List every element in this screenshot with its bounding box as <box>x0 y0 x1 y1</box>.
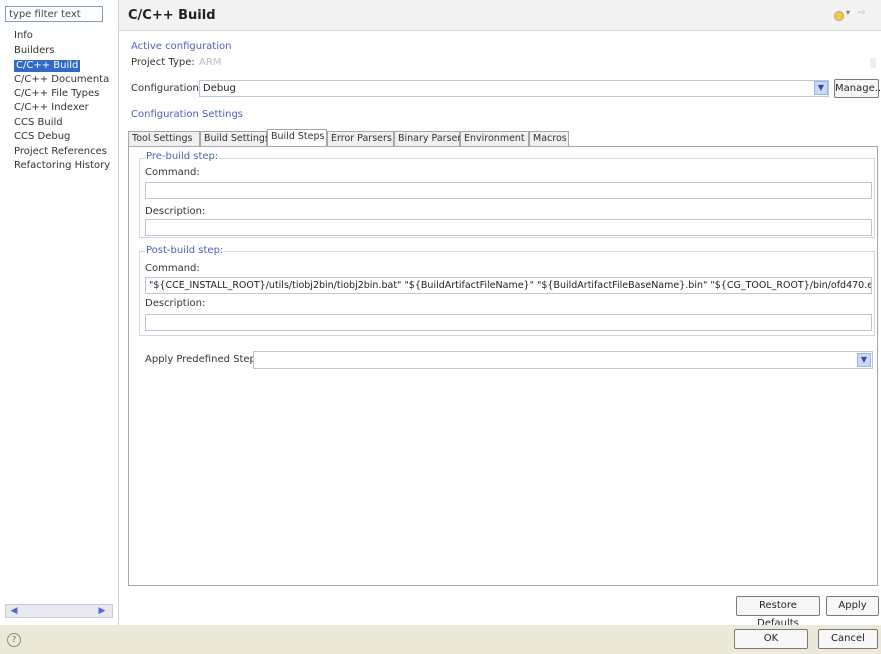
prebuild-command-label: Command: <box>145 167 200 178</box>
apply-predefined-label: Apply Predefined Step: <box>145 354 260 365</box>
prebuild-description-label: Description: <box>145 206 206 217</box>
tree-item-builders[interactable]: Builders <box>14 45 55 57</box>
tree-item-ccs-debug[interactable]: CCS Debug <box>14 131 70 143</box>
chevron-down-icon[interactable]: ▼ <box>814 81 828 95</box>
prebuild-command-input[interactable] <box>145 182 872 199</box>
prebuild-description-input[interactable] <box>145 219 872 236</box>
page-header <box>119 0 881 31</box>
chevron-down-icon[interactable]: ▼ <box>857 353 871 367</box>
postbuild-description-input[interactable] <box>145 314 872 331</box>
scroll-left-icon[interactable]: ◀ <box>8 606 20 616</box>
tab-build-steps[interactable]: Build Steps <box>267 129 327 146</box>
tree-item-refactoring-history[interactable]: Refactoring History <box>14 160 110 172</box>
tree-item-cpp-indexer[interactable]: C/C++ Indexer <box>14 102 89 114</box>
project-type-label: Project Type: <box>131 57 195 68</box>
tab-binary-parser[interactable]: Binary Parser <box>394 131 461 146</box>
manage-button[interactable]: Manage... <box>834 79 881 98</box>
ok-button[interactable]: OK <box>734 629 808 649</box>
tree-horizontal-scrollbar[interactable]: ◀ ▶ <box>5 604 113 618</box>
tree-item-cpp-documentation[interactable]: C/C++ Documenta <box>14 74 109 86</box>
active-configuration-label: Active configuration <box>131 41 232 52</box>
project-type-value: ARM <box>199 57 222 68</box>
tab-bar: Tool Settings Build Settings Build Steps… <box>128 129 876 146</box>
project-type-scroll-icon <box>870 58 876 68</box>
apply-button[interactable]: Apply <box>826 596 879 616</box>
postbuild-command-input[interactable]: "${CCE_INSTALL_ROOT}/utils/tiobj2bin/tio… <box>145 277 872 294</box>
menu-dropdown-icon[interactable]: ▾ <box>846 8 850 17</box>
tab-build-settings[interactable]: Build Settings <box>200 131 270 146</box>
help-icon[interactable]: ? <box>7 633 21 647</box>
tab-error-parsers[interactable]: Error Parsers <box>327 131 394 146</box>
postbuild-group-label: Post-build step: <box>145 245 225 256</box>
tree-item-project-references[interactable]: Project References <box>14 146 107 158</box>
configuration-label: Configuration: <box>131 83 203 94</box>
scroll-right-icon[interactable]: ▶ <box>96 606 108 616</box>
postbuild-command-label: Command: <box>145 263 200 274</box>
cancel-button[interactable]: Cancel <box>818 629 878 649</box>
tab-environment[interactable]: Environment <box>460 131 529 146</box>
tree-item-cpp-build[interactable]: C/C++ Build <box>14 60 81 72</box>
apply-predefined-select[interactable] <box>253 351 873 369</box>
configuration-settings-label: Configuration Settings <box>131 109 244 120</box>
tab-tool-settings[interactable]: Tool Settings <box>128 131 200 146</box>
restore-defaults-button[interactable]: Restore Defaults <box>736 596 820 629</box>
tree-item-cpp-file-types[interactable]: C/C++ File Types <box>14 88 99 100</box>
postbuild-description-label: Description: <box>145 298 206 309</box>
tab-macros[interactable]: Macros <box>529 131 569 146</box>
forward-arrow-icon: ⇨ <box>858 8 866 18</box>
prebuild-group-label: Pre-build step: <box>145 151 220 162</box>
configuration-select[interactable]: Debug <box>199 80 829 97</box>
back-arrow-icon[interactable] <box>834 11 844 21</box>
filter-input[interactable]: type filter text <box>5 6 103 22</box>
tree-item-info[interactable]: Info <box>14 30 33 42</box>
page-title: C/C++ Build <box>128 8 216 23</box>
tree-item-ccs-build[interactable]: CCS Build <box>14 117 63 129</box>
